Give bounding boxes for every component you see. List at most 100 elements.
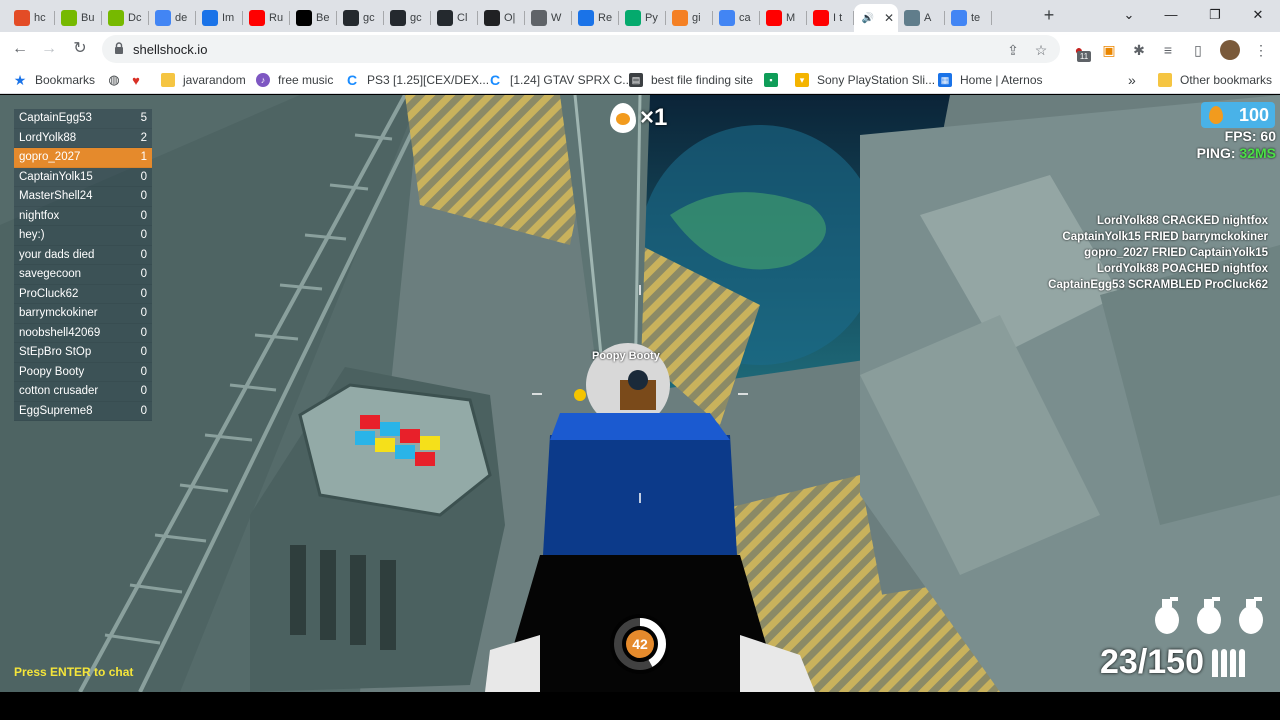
bullets-icon — [1212, 648, 1245, 677]
tab-5[interactable]: Ru — [243, 4, 290, 32]
minimize-button[interactable]: — — [1158, 4, 1184, 26]
scoreboard-row: gopro_2027 1 — [14, 148, 152, 168]
player-name: nightfox — [19, 209, 60, 222]
bookmark-folder[interactable]: javarandom — [161, 71, 246, 89]
multicolor-icon — [14, 10, 30, 26]
w3-icon — [625, 10, 641, 26]
player-score: 0 — [140, 268, 147, 281]
bookmark-item[interactable]: ▤ best file finding site — [629, 71, 753, 89]
scoreboard-row: StEpBro StOp 0 — [14, 343, 152, 363]
scoreboard-row: noobshell42069 0 — [14, 323, 152, 343]
ping-label: PING: — [1196, 145, 1236, 161]
bookmark-item[interactable]: ★ Bookmarks — [13, 71, 95, 89]
bookmark-star-icon[interactable]: ☆ — [1032, 41, 1050, 59]
ping-readout: PING: 32MS — [1197, 145, 1276, 161]
tab-19[interactable]: A — [898, 4, 945, 32]
kill-feed-entry: gopro_2027 FRIED CaptainYolk15 — [1084, 247, 1268, 259]
reload-button[interactable]: ↻ — [69, 38, 91, 60]
tab-label: W — [551, 12, 562, 24]
egg-icon — [1209, 106, 1223, 124]
tab-3[interactable]: de — [149, 4, 196, 32]
menu-icon[interactable]: ⋮ — [1252, 41, 1270, 59]
side-panel-icon[interactable]: ▯ — [1189, 41, 1207, 59]
close-window-button[interactable]: ✕ — [1245, 4, 1271, 26]
tab-4[interactable]: Im — [196, 4, 243, 32]
tab-12[interactable]: Re — [572, 4, 619, 32]
tab-label: Re — [598, 12, 613, 24]
tab-17[interactable]: I t — [807, 4, 854, 32]
tab-label: ca — [739, 12, 751, 24]
tab-8[interactable]: gc — [384, 4, 431, 32]
tab-11[interactable]: W — [525, 4, 572, 32]
player-score: 0 — [140, 287, 147, 300]
tab-9[interactable]: Cl — [431, 4, 478, 32]
openai-icon — [484, 10, 500, 26]
tab-18[interactable]: 🔊 ✕ — [854, 4, 898, 32]
bookmark-label: Home | Aternos — [960, 73, 1043, 87]
extension-icon-2[interactable]: ▣ — [1100, 41, 1118, 59]
github-icon — [343, 10, 359, 26]
tab-15[interactable]: ca — [713, 4, 760, 32]
tab-1[interactable]: Bu — [55, 4, 102, 32]
globe-icon: ◍ — [108, 72, 120, 87]
tab-7[interactable]: gc — [337, 4, 384, 32]
bookmark-label: Bookmarks — [35, 73, 96, 87]
bookmark-folder[interactable]: Other bookmarks — [1158, 71, 1272, 89]
nvidia-icon — [108, 10, 124, 26]
back-button[interactable]: ← — [9, 38, 31, 60]
youtube-icon — [766, 10, 782, 26]
bookmark-item[interactable]: C [1.24] GTAV SPRX C... — [488, 71, 632, 89]
player-name: CaptainYolk15 — [19, 170, 93, 183]
bookmark-item[interactable]: ♥ — [129, 71, 151, 89]
youtube-icon — [813, 10, 829, 26]
new-tab-button[interactable]: + — [1040, 6, 1058, 24]
url-text: shellshock.io — [133, 42, 208, 57]
player-score: 5 — [140, 112, 147, 125]
tab-label: Bu — [81, 12, 95, 24]
ammo-counter: 23/150 — [1100, 643, 1245, 682]
tab-16[interactable]: M — [760, 4, 807, 32]
puzzle-icon[interactable]: ✱ — [1130, 41, 1148, 59]
letterbox-bar — [0, 692, 1280, 720]
bookmark-item[interactable]: ▾ Sony PlayStation Sli... — [795, 71, 935, 89]
media-control-icon[interactable]: ≡ — [1159, 41, 1177, 59]
share-icon[interactable]: ⇪ — [1004, 41, 1022, 59]
bookmark-item[interactable]: ▦ Home | Aternos — [938, 71, 1043, 89]
bookmark-item[interactable]: C PS3 [1.25][CEX/DEX... — [345, 71, 489, 89]
tab-6[interactable]: Be — [290, 4, 337, 32]
bookmark-label: PS3 [1.25][CEX/DEX... — [367, 73, 490, 87]
bookmark-item[interactable]: ▪ — [764, 71, 786, 89]
stack-icon — [672, 10, 688, 26]
tab-20[interactable]: te — [945, 4, 992, 32]
game-scene — [0, 95, 1280, 692]
tab-10[interactable]: O| — [478, 4, 525, 32]
tab-label: gc — [410, 12, 422, 24]
grenade-counter — [1152, 595, 1266, 635]
avatar[interactable] — [1220, 40, 1240, 60]
tab-2[interactable]: Dc — [102, 4, 149, 32]
tab-13[interactable]: Py — [619, 4, 666, 32]
eggs-count: 100 — [1238, 104, 1269, 125]
bookmarks-overflow-button[interactable]: » — [1128, 71, 1136, 89]
close-tab-icon[interactable]: ✕ — [884, 11, 894, 25]
address-bar[interactable]: shellshock.io ⇪ ☆ — [102, 35, 1060, 63]
player-name: EggSupreme8 — [19, 404, 93, 417]
bookmark-label: free music — [278, 73, 334, 87]
lock-icon — [115, 42, 123, 54]
tab-0[interactable]: hc — [8, 4, 55, 32]
folder-icon — [1158, 73, 1172, 87]
bookmark-item[interactable]: ♪ free music — [256, 71, 333, 89]
bookmark-item[interactable]: ◍ — [107, 71, 129, 89]
kill-feed-entry: CaptainYolk15 FRIED barrymckokiner — [1062, 231, 1268, 243]
forward-button[interactable]: → — [38, 38, 60, 60]
tab-search-button[interactable]: ⌄ — [1116, 4, 1142, 26]
eggs-currency-badge[interactable]: 100 — [1201, 102, 1275, 128]
fps-label: FPS: — [1224, 128, 1257, 144]
tab-strip: hc Bu Dc de Im Ru Be gc gc Cl O| W Re Py gi ca M I t 🔊 ✕ Ate… — [0, 0, 1280, 32]
player-score: 0 — [140, 326, 147, 339]
game-canvas[interactable]: CaptainEgg53 5 LordYolk88 2 gopro_2027 1 Capta… — [0, 95, 1280, 692]
tab-14[interactable]: gi — [666, 4, 713, 32]
tab-label: Be — [316, 12, 330, 24]
kill-feed: LordYolk88 CRACKED nightfox CaptainYolk15… — [1048, 213, 1268, 293]
restore-button[interactable]: ❐ — [1202, 4, 1228, 26]
